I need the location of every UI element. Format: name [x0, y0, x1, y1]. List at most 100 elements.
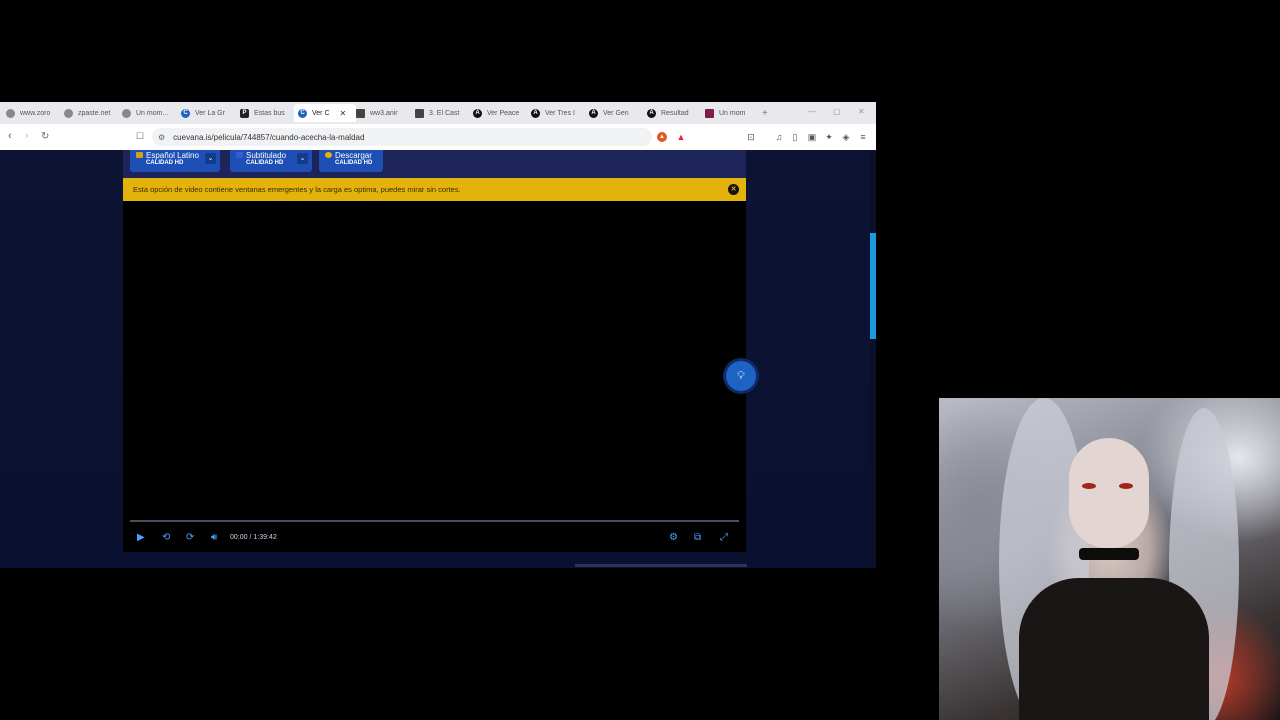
tab-5-active[interactable]: C Ver C ✕ — [294, 104, 356, 122]
menu-icon[interactable]: ≡ — [858, 132, 868, 142]
bookmark-icon[interactable]: ☐ — [136, 131, 144, 142]
tab-10[interactable]: A Ver Gen — [589, 104, 641, 122]
tab-label: zpaste.net — [78, 109, 111, 117]
new-tab-button[interactable]: + — [762, 104, 774, 122]
cuevana-icon: C — [298, 108, 307, 118]
source-label: Subtitulado — [246, 151, 287, 160]
globe-icon — [122, 108, 131, 118]
lightbulb-icon: 💡︎ — [737, 370, 745, 382]
scrollbar-thumb[interactable] — [870, 233, 876, 339]
current-time: 00:00 — [230, 534, 248, 541]
popup-notice: Esta opción de video contiene ventanas e… — [123, 178, 746, 201]
tab-7[interactable]: 3. El Cast — [415, 104, 467, 122]
source-subtitulado[interactable]: Subtitulado CALIDAD HD ⌄ — [230, 150, 312, 172]
rewind-icon[interactable]: ⟲ — [162, 532, 170, 544]
screenshot-icon[interactable]: ⊡ — [746, 132, 756, 142]
music-icon[interactable]: ♫ — [774, 132, 784, 142]
tab-4[interactable]: P Estas bus — [240, 104, 292, 122]
cuevana-icon: C — [181, 108, 190, 118]
fullscreen-icon[interactable]: ⤢ — [720, 532, 728, 544]
tab-12[interactable]: Un mom — [705, 104, 757, 122]
collar-shape — [1079, 548, 1139, 560]
flag-mexico-icon — [136, 152, 143, 158]
a-icon: A — [589, 108, 598, 118]
scrollbar-track[interactable] — [870, 150, 876, 568]
tab-6[interactable]: ww3.anir — [356, 104, 408, 122]
notice-text: Esta opción de video contiene ventanas e… — [133, 185, 461, 194]
horizontal-scrollbar[interactable] — [575, 564, 747, 567]
source-quality: CALIDAD HD — [335, 160, 373, 166]
vpn-icon[interactable]: ◈ — [841, 132, 851, 142]
back-icon[interactable]: ‹ — [8, 131, 12, 142]
new-tab-label: + — [762, 107, 768, 119]
video-player[interactable]: ▶ ⟲ ⟳ 🔊︎ 00:00 / 1:39:42 ⚙ ⧉ ⤢ — [123, 201, 746, 552]
sidebar-icon[interactable]: ▯ — [790, 132, 800, 142]
close-window-icon[interactable]: ✕ — [858, 107, 865, 116]
lightbulb-button[interactable]: 💡︎ — [726, 361, 756, 391]
tab-label: www.zoro — [20, 109, 51, 117]
tab-8[interactable]: A Ver Peace — [473, 104, 525, 122]
image-icon — [705, 108, 714, 118]
tab-label: Ver Tres I — [545, 109, 575, 117]
maximize-icon[interactable]: ▢ — [833, 107, 841, 116]
settings-icon[interactable]: ⚙ — [669, 532, 678, 544]
progress-bar[interactable] — [130, 520, 739, 522]
forward-icon[interactable]: › — [25, 131, 29, 142]
source-espanol-latino[interactable]: Español Latino CALIDAD HD ⌄ — [130, 150, 220, 172]
source-descargar[interactable]: Descargar CALIDAD HD — [319, 150, 383, 172]
p-icon: P — [240, 108, 249, 118]
source-quality: CALIDAD HD — [246, 160, 284, 166]
chevron-down-icon[interactable]: ⌄ — [205, 153, 216, 164]
tab-label: Ver La Gr — [195, 109, 225, 117]
tab-0[interactable]: www.zoro — [6, 104, 58, 122]
close-notice-icon[interactable]: ✕ — [728, 184, 739, 195]
source-bar: Español Latino CALIDAD HD ⌄ Subtitulado … — [123, 150, 746, 178]
url-field[interactable]: ⚙ cuevana.is/pelicula/744857/cuando-acec… — [152, 128, 652, 146]
brave-shield-icon[interactable]: ▲ — [657, 132, 667, 142]
time-separator: / — [249, 534, 252, 541]
a-icon: A — [647, 108, 656, 118]
duration: 1:39:42 — [253, 534, 277, 541]
face-shape — [1069, 438, 1149, 548]
player-controls: ▶ ⟲ ⟳ 🔊︎ 00:00 / 1:39:42 ⚙ ⧉ ⤢ — [123, 529, 746, 549]
tab-1[interactable]: zpaste.net — [64, 104, 116, 122]
doc-icon — [415, 108, 424, 118]
play-icon[interactable]: ▶ — [137, 532, 145, 544]
eye-right — [1119, 483, 1133, 489]
tab-9[interactable]: A Ver Tres I — [531, 104, 583, 122]
tab-label: Ver C — [312, 109, 330, 117]
leo-icon[interactable]: ✦ — [824, 132, 834, 142]
globe-icon — [64, 108, 73, 118]
wallet-icon[interactable]: ▣ — [807, 132, 817, 142]
globe-icon — [6, 108, 15, 118]
tab-label: Estas bus — [254, 109, 285, 117]
chevron-down-icon[interactable]: ⌄ — [297, 153, 308, 164]
picture-in-picture-icon[interactable]: ⧉ — [694, 532, 701, 544]
browser-window: www.zoro zpaste.net Un mom... C Ver La G… — [0, 102, 876, 568]
a-icon: A — [473, 108, 482, 118]
tab-label: 3. El Cast — [429, 109, 460, 117]
flag-usa-icon — [236, 152, 243, 158]
tab-label: Un mom — [719, 109, 746, 117]
site-settings-icon[interactable]: ⚙ — [158, 133, 165, 142]
tab-11[interactable]: A Resultad — [647, 104, 699, 122]
url-text: cuevana.is/pelicula/744857/cuando-acecha… — [173, 132, 365, 142]
tab-2[interactable]: Un mom... — [122, 104, 174, 122]
player-panel: Español Latino CALIDAD HD ⌄ Subtitulado … — [123, 150, 746, 552]
source-quality: CALIDAD HD — [146, 160, 184, 166]
tab-label: Un mom... — [136, 109, 169, 117]
brave-rewards-icon[interactable]: ▲ — [676, 132, 686, 142]
tab-3[interactable]: C Ver La Gr — [181, 104, 233, 122]
tab-label: Resultad — [661, 109, 689, 117]
minimize-icon[interactable]: — — [808, 107, 816, 116]
eye-left — [1082, 483, 1096, 489]
a-icon: A — [531, 108, 540, 118]
volume-icon[interactable]: 🔊︎ — [211, 532, 217, 544]
forward-seek-icon[interactable]: ⟳ — [186, 532, 194, 544]
download-cloud-icon — [325, 152, 332, 158]
close-tab-icon[interactable]: ✕ — [340, 109, 347, 118]
source-label: Español Latino — [146, 151, 199, 160]
image-icon — [356, 108, 365, 118]
tab-label: ww3.anir — [370, 109, 398, 117]
reload-icon[interactable]: ↻ — [41, 131, 49, 142]
